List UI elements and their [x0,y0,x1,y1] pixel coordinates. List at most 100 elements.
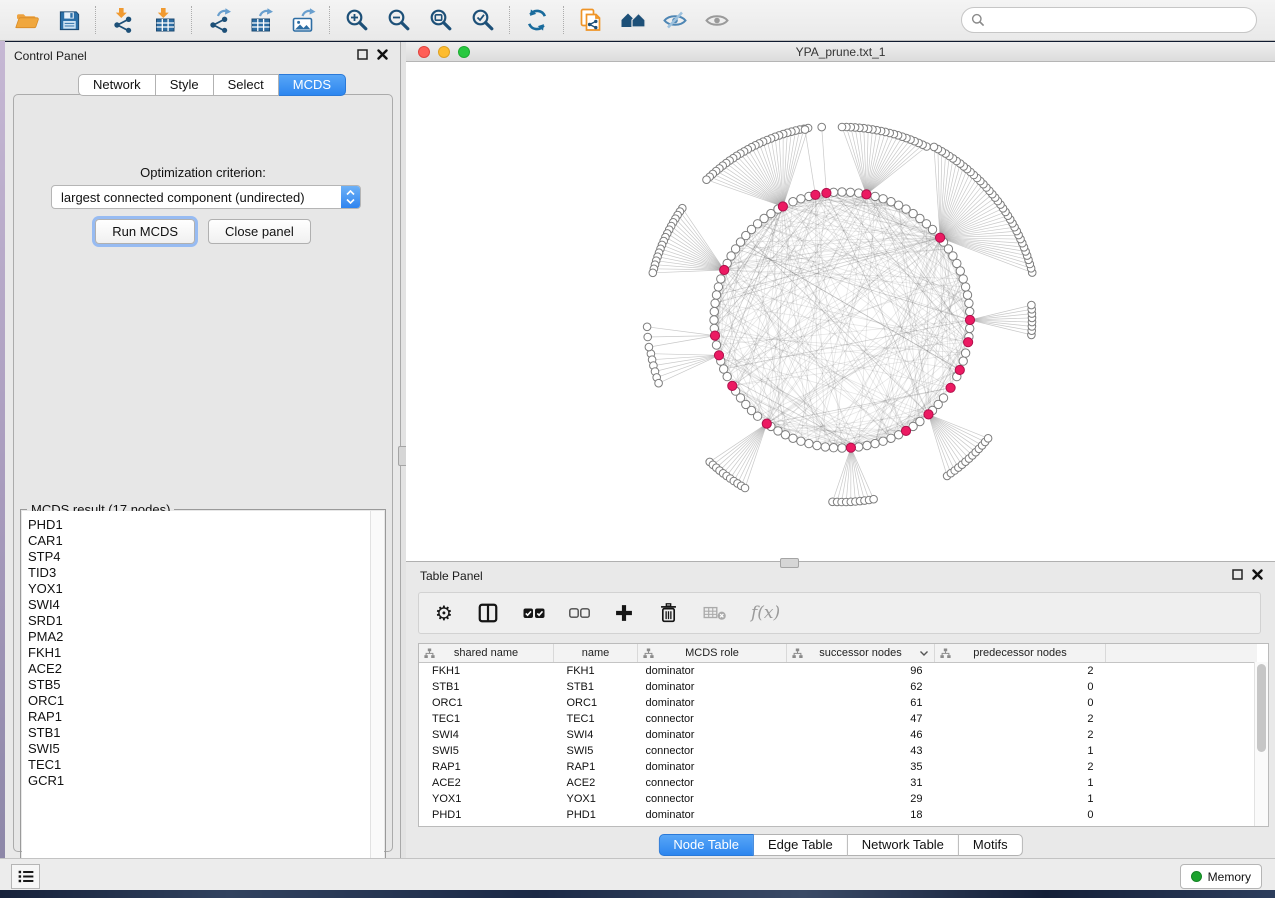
close-panel-button[interactable]: Close panel [208,219,311,244]
mcds-list-item[interactable]: ORC1 [28,693,370,709]
mcds-list-item[interactable]: FKH1 [28,645,370,661]
network-window-titlebar[interactable]: YPA_prune.txt_1 [406,42,1275,62]
search-icon [971,13,985,27]
column-header-predecessor-nodes[interactable]: predecessor nodes [935,644,1106,663]
zoom-in-button[interactable] [336,3,378,37]
cell: ORC1 [419,695,554,711]
mcds-list-item[interactable]: PMA2 [28,629,370,645]
cell: 1 [935,743,1106,759]
tab-network-table[interactable]: Network Table [848,834,959,856]
cell: 46 [787,727,935,743]
table-row[interactable]: ACE2ACE2connector311 [419,775,1257,791]
mcds-list-item[interactable]: SRD1 [28,613,370,629]
column-header-shared-name[interactable]: shared name [419,644,554,663]
run-mcds-button[interactable]: Run MCDS [95,219,195,244]
control-panel-tabs: NetworkStyleSelectMCDS [78,74,346,96]
cell-filler [1106,807,1258,823]
delete-table-icon [703,604,727,622]
column-header-name[interactable]: name [554,644,638,663]
mcds-list-item[interactable]: TEC1 [28,757,370,773]
cell: TEC1 [419,711,554,727]
search-field[interactable] [961,7,1257,33]
toolbar-separator [509,6,511,34]
table-row[interactable]: RAP1RAP1dominator352 [419,759,1257,775]
network-canvas[interactable] [406,62,1275,560]
float-window-icon[interactable] [357,49,368,60]
table-settings-button[interactable]: ⚙ [435,603,453,623]
table-row[interactable]: STB1STB1dominator620 [419,679,1257,695]
tab-node-table[interactable]: Node Table [658,834,754,856]
show-all-button[interactable] [696,3,738,37]
hide-selected-button[interactable] [654,3,696,37]
refresh-button[interactable] [516,3,558,37]
table-row[interactable]: FKH1FKH1dominator962 [419,663,1257,680]
zoom-fit-button[interactable] [420,3,462,37]
deselect-all-button[interactable] [569,607,590,619]
add-column-button[interactable] [614,603,634,623]
mcds-list-item[interactable]: SWI5 [28,741,370,757]
table-row[interactable]: SWI4SWI4dominator462 [419,727,1257,743]
mcds-list-item[interactable]: TID3 [28,565,370,581]
column-header-mcds-role[interactable]: MCDS role [638,644,787,663]
table-row[interactable]: ORC1ORC1dominator610 [419,695,1257,711]
optimization-criterion-select[interactable]: largest connected component (undirected) [51,185,361,209]
mcds-list-item[interactable]: PHD1 [28,517,370,533]
open-session-button[interactable] [6,3,48,37]
delete-table-button[interactable] [703,604,727,622]
mcds-list-item[interactable]: RAP1 [28,709,370,725]
float-window-icon[interactable] [1232,569,1243,580]
save-session-button[interactable] [48,3,90,37]
table-row[interactable]: YOX1YOX1connector291 [419,791,1257,807]
import-table-button[interactable] [144,3,186,37]
mcds-result-group: MCDS result (17 nodes) PHD1CAR1STP4TID3Y… [20,509,386,883]
import-network-button[interactable] [102,3,144,37]
table-row[interactable]: TEC1TEC1connector472 [419,711,1257,727]
close-panel-icon[interactable] [377,49,388,60]
cell: 29 [787,791,935,807]
mcds-list-item[interactable]: GCR1 [28,773,370,789]
export-network-button[interactable] [198,3,240,37]
export-image-button[interactable] [282,3,324,37]
tab-mcds[interactable]: MCDS [279,74,346,96]
clone-network-button[interactable] [570,3,612,37]
delete-column-button[interactable] [658,602,679,624]
mcds-list-item[interactable]: STP4 [28,549,370,565]
export-table-button[interactable] [240,3,282,37]
cell: 1 [935,791,1106,807]
table-scrollbar-thumb[interactable] [1257,664,1266,752]
mcds-list-item[interactable]: SWI4 [28,597,370,613]
mcds-list-item[interactable]: STB1 [28,725,370,741]
cell: 18 [787,807,935,823]
zoom-out-button[interactable] [378,3,420,37]
cell: ACE2 [554,775,638,791]
horizontal-splitter-handle[interactable] [780,558,799,568]
mcds-list-item[interactable]: STB5 [28,677,370,693]
table-scrollbar[interactable] [1254,662,1268,826]
close-panel-icon[interactable] [1252,569,1263,580]
mcds-list-scrollbar[interactable] [370,511,384,881]
cell: connector [638,743,787,759]
first-neighbors-button[interactable] [612,3,654,37]
memory-button[interactable]: Memory [1180,864,1262,889]
tab-style[interactable]: Style [156,74,214,96]
show-columns-button[interactable] [477,602,499,624]
mcds-list-item[interactable]: ACE2 [28,661,370,677]
network-window-title: YPA_prune.txt_1 [406,45,1275,59]
mcds-list-item[interactable]: CAR1 [28,533,370,549]
cell: FKH1 [554,663,638,680]
select-all-button[interactable] [523,607,545,620]
tab-motifs[interactable]: Motifs [959,834,1023,856]
cell: connector [638,791,787,807]
table-row[interactable]: SWI5SWI5connector431 [419,743,1257,759]
tab-edge-table[interactable]: Edge Table [754,834,848,856]
mcds-list-item[interactable]: YOX1 [28,581,370,597]
tab-select[interactable]: Select [214,74,279,96]
tab-network[interactable]: Network [78,74,156,96]
zoom-selected-button[interactable] [462,3,504,37]
search-input[interactable] [990,12,1247,28]
task-history-button[interactable] [11,864,40,889]
column-hierarchy-icon [792,648,803,659]
function-builder-button[interactable]: f(x) [751,603,780,623]
column-header-successor-nodes[interactable]: successor nodes [787,644,935,663]
table-row[interactable]: PHD1PHD1dominator180 [419,807,1257,823]
